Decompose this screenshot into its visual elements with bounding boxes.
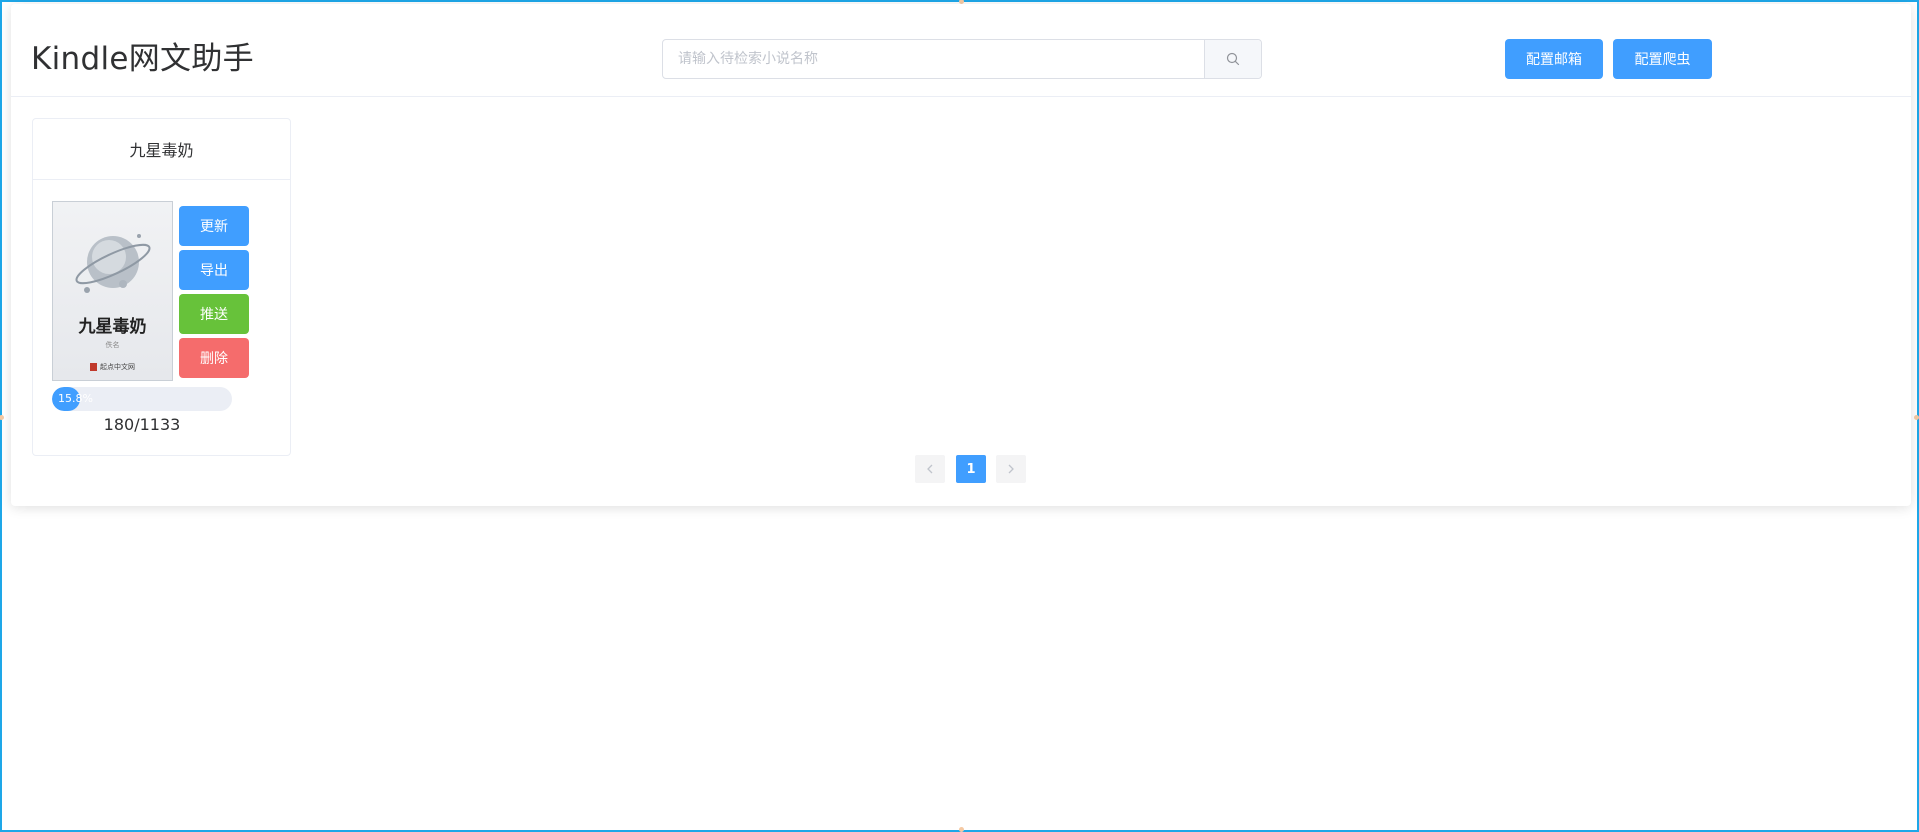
cover-planet-illustration bbox=[75, 234, 151, 293]
export-button[interactable]: 导出 bbox=[179, 250, 249, 290]
app-header: Kindle网文助手 配置邮箱 配置爬虫 bbox=[11, 4, 1911, 97]
main-container: Kindle网文助手 配置邮箱 配置爬虫 九星毒奶 bbox=[11, 4, 1911, 506]
update-button[interactable]: 更新 bbox=[179, 206, 249, 246]
cover-title: 九星毒奶 bbox=[78, 317, 147, 337]
config-crawler-button[interactable]: 配置爬虫 bbox=[1613, 39, 1712, 79]
chevron-left-icon bbox=[927, 464, 933, 474]
page-number[interactable]: 1 bbox=[956, 455, 986, 483]
book-card: 九星毒奶 九星毒奶 佚名 起点中文网 更新 导出 推送 删除 15.8% 180… bbox=[32, 118, 291, 456]
publisher-logo-icon bbox=[90, 363, 97, 371]
cover-publisher: 起点中文网 bbox=[53, 362, 172, 372]
search-bar bbox=[662, 39, 1262, 79]
chapter-count: 180/1133 bbox=[103, 415, 181, 434]
search-button[interactable] bbox=[1204, 40, 1261, 78]
resize-handle-left bbox=[0, 415, 4, 420]
browser-viewport: Kindle网文助手 配置邮箱 配置爬虫 九星毒奶 bbox=[0, 0, 1919, 832]
progress-bar: 15.8% bbox=[52, 387, 232, 411]
book-cover-image: 九星毒奶 佚名 起点中文网 bbox=[52, 201, 173, 381]
search-icon bbox=[1226, 52, 1240, 66]
book-title: 九星毒奶 bbox=[33, 119, 290, 180]
next-page-button[interactable] bbox=[996, 455, 1026, 483]
publisher-name: 起点中文网 bbox=[100, 363, 135, 371]
progress-percent: 15.8% bbox=[58, 392, 93, 405]
prev-page-button[interactable] bbox=[915, 455, 945, 483]
delete-button[interactable]: 删除 bbox=[179, 338, 249, 378]
chevron-right-icon bbox=[1008, 464, 1014, 474]
app-title: Kindle网文助手 bbox=[31, 41, 254, 77]
resize-handle-right bbox=[1914, 415, 1919, 420]
search-input[interactable] bbox=[663, 40, 1204, 78]
config-email-button[interactable]: 配置邮箱 bbox=[1505, 39, 1603, 79]
cover-author: 佚名 bbox=[105, 341, 120, 349]
push-button[interactable]: 推送 bbox=[179, 294, 249, 334]
resize-handle-bottom bbox=[959, 827, 964, 832]
